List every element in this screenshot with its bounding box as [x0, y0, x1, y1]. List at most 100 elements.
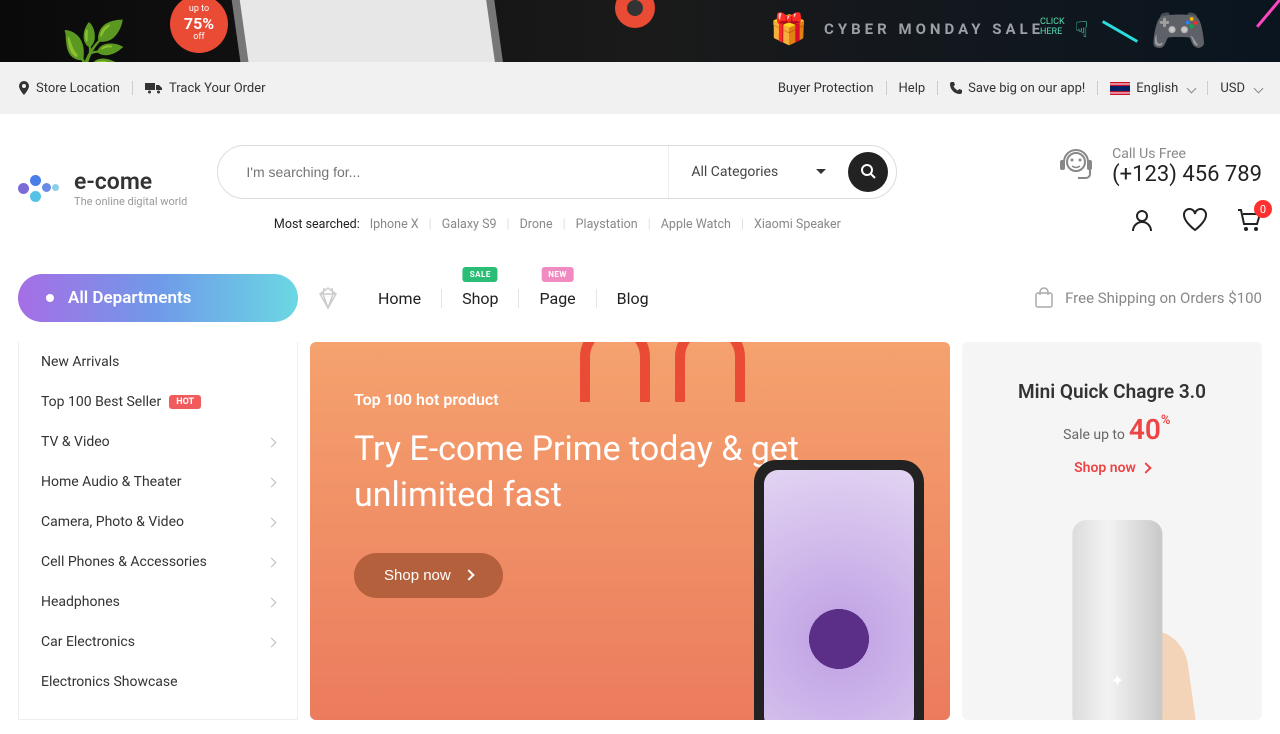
category-sidebar: New Arrivals Top 100 Best Seller HOT TV & V… [18, 342, 298, 720]
powerbank-image [1072, 520, 1162, 720]
sidebar-item[interactable]: Camera, Photo & Video [19, 502, 297, 542]
sidebar-item-label: Camera, Photo & Video [41, 514, 184, 530]
help-link[interactable]: Help [899, 81, 926, 96]
cart-button[interactable]: 0 [1236, 208, 1262, 232]
search-term[interactable]: Drone [520, 217, 553, 232]
logo-tagline: The online digital world [74, 195, 187, 208]
sidebar-item[interactable]: Headphones [19, 582, 297, 622]
search-term[interactable]: Apple Watch [661, 217, 731, 232]
sidebar-item-label: Car Electronics [41, 634, 135, 650]
currency-selector[interactable]: USD [1220, 81, 1262, 96]
chevron-right-icon [1140, 462, 1151, 473]
cart-count-badge: 0 [1254, 200, 1272, 218]
chevron-right-icon [463, 570, 474, 581]
sidebar-item-label: New Arrivals [41, 354, 119, 370]
diamond-icon [316, 286, 340, 310]
search-term[interactable]: Playstation [576, 217, 638, 232]
sidebar-item[interactable]: TV & Video [19, 422, 297, 462]
search-term[interactable]: Galaxy S9 [442, 217, 497, 232]
separator [886, 81, 887, 95]
free-shipping-note: Free Shipping on Orders $100 [1033, 287, 1262, 309]
promo-shop-now-link[interactable]: Shop now [1074, 460, 1150, 476]
cursor-icon: ☟ [1075, 18, 1088, 43]
sidebar-item-label: Top 100 Best Seller [41, 394, 161, 410]
sidebar-item[interactable]: Top 100 Best Seller HOT [19, 382, 297, 422]
nav-menu: Home SALEShop NEWPage Blog [358, 289, 669, 308]
gift-icon: 🎁 [770, 12, 807, 47]
headphone-illustration [615, 0, 655, 28]
side-promo[interactable]: Mini Quick Chagre 3.0 Sale up to 40% Sho… [962, 342, 1262, 720]
buyer-protection-link[interactable]: Buyer Protection [778, 81, 874, 96]
nav-shop[interactable]: SALEShop [441, 289, 518, 308]
nav-page[interactable]: NEWPage [518, 289, 595, 308]
site-logo[interactable]: e-come The online digital world [18, 168, 187, 208]
chevron-right-icon [267, 557, 277, 567]
logo-text: e-come The online digital world [74, 168, 187, 208]
separator [1097, 81, 1098, 95]
logo-mark [18, 173, 62, 203]
search-input[interactable] [218, 164, 668, 180]
category-selector[interactable]: All Categories [668, 146, 848, 198]
new-pill: NEW [541, 267, 574, 282]
language-selector[interactable]: English [1110, 81, 1195, 96]
discount-badge: up to 75% off [170, 0, 228, 53]
top-bar: Store Location Track Your Order Buyer Pr… [0, 62, 1280, 114]
track-order-label: Track Your Order [169, 81, 266, 96]
chevron-down-icon [1254, 83, 1264, 93]
sidebar-item[interactable]: Home Audio & Theater [19, 462, 297, 502]
nav-blog[interactable]: Blog [596, 289, 669, 308]
account-button[interactable] [1130, 208, 1154, 232]
laptop-illustration [230, 0, 510, 62]
heart-icon [1182, 208, 1208, 232]
nav-home[interactable]: Home [358, 289, 441, 308]
truck-icon [145, 82, 163, 94]
search-icon [861, 164, 876, 179]
chevron-right-icon [267, 637, 277, 647]
all-departments-button[interactable]: All Departments [18, 274, 298, 322]
site-header: e-come The online digital world All Cate… [0, 114, 1280, 246]
gamepad-icon: 🎮 [1150, 4, 1207, 58]
bag-icon [1033, 287, 1055, 309]
headphones-product-image [580, 342, 770, 452]
badge-off: off [193, 33, 204, 43]
wishlist-button[interactable] [1182, 208, 1208, 232]
promo-title: Mini Quick Chagre 3.0 [982, 380, 1242, 403]
shop-now-button[interactable]: Shop now [354, 553, 503, 598]
main-nav: All Departments Home SALEShop NEWPage Bl… [0, 246, 1280, 330]
call-number: (+123) 456 789 [1112, 162, 1262, 187]
search-bar: All Categories [217, 145, 897, 199]
caret-down-icon [816, 169, 826, 179]
phone-icon [950, 82, 962, 94]
sidebar-item[interactable]: Electronics Showcase [19, 662, 297, 702]
search-button[interactable] [848, 152, 888, 192]
click-here-text: CLICKHERE [1040, 18, 1065, 38]
call-label: Call Us Free [1112, 146, 1262, 162]
decor-line [1102, 20, 1138, 43]
sidebar-item-label: Headphones [41, 594, 120, 610]
sale-pill: SALE [463, 267, 498, 282]
separator [937, 81, 938, 95]
hot-badge: HOT [169, 395, 201, 409]
user-icon [1130, 208, 1154, 232]
sidebar-item[interactable]: Car Electronics [19, 622, 297, 662]
track-order-link[interactable]: Track Your Order [145, 81, 266, 96]
hero-banner[interactable]: Top 100 hot product Try E-come Prime tod… [310, 342, 950, 720]
search-term[interactable]: Iphone X [370, 217, 419, 232]
sidebar-item-label: TV & Video [41, 434, 110, 450]
store-location-link[interactable]: Store Location [18, 81, 120, 96]
most-searched-label: Most searched: [274, 217, 360, 232]
plant-icon: 🌿 [60, 19, 127, 62]
sidebar-item-label: Cell Phones & Accessories [41, 554, 207, 570]
sidebar-item[interactable]: New Arrivals [19, 342, 297, 382]
call-us: Call Us Free (+123) 456 789 [1054, 144, 1262, 188]
chevron-right-icon [267, 477, 277, 487]
sidebar-item[interactable]: Cell Phones & Accessories [19, 542, 297, 582]
decor-line [1256, 0, 1280, 28]
main-content: New Arrivals Top 100 Best Seller HOT TV & V… [0, 330, 1280, 720]
app-promo-link[interactable]: Save big on our app! [950, 81, 1085, 96]
promo-banner[interactable]: 🌿 up to 75% off 🎁 CYBER MONDAY SALE CLIC… [0, 0, 1280, 62]
search-term[interactable]: Xiaomi Speaker [754, 217, 841, 232]
sidebar-item-label: Home Audio & Theater [41, 474, 181, 490]
pin-icon [18, 81, 30, 95]
promo-sale: Sale up to 40% [982, 413, 1242, 446]
